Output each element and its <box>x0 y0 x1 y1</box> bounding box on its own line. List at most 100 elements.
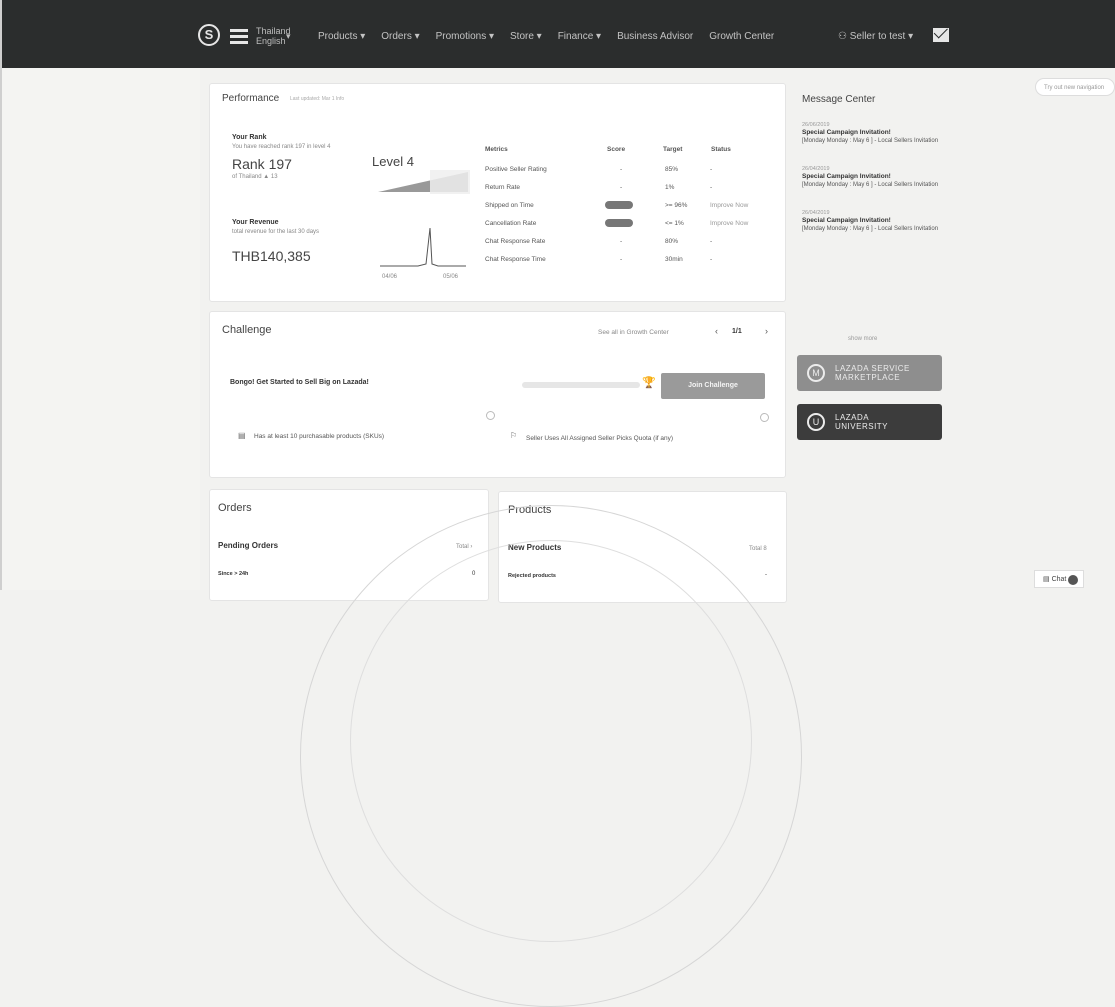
challenge-title: Challenge <box>222 324 272 336</box>
message-item[interactable]: 26/06/2019 Special Campaign Invitation! … <box>802 121 950 145</box>
challenge-task-title: Bongo! Get Started to Sell Big on Lazada… <box>230 379 369 386</box>
main-menu: Products ▾ Orders ▾ Promotions ▾ Store ▾… <box>318 31 790 42</box>
challenge-pager: 1/1 <box>732 328 742 335</box>
product-box-icon: ▤ <box>238 431 246 440</box>
chat-label: Chat <box>1051 576 1067 583</box>
metric-score: - <box>620 166 623 173</box>
metric-name: Chat Response Time <box>485 256 546 263</box>
chevron-left-icon[interactable]: ‹ <box>715 326 718 336</box>
banner-line1: LAZADA SERVICE <box>835 364 910 373</box>
pending-orders-heading: Pending Orders <box>218 541 279 550</box>
products-row-value: - <box>765 572 767 578</box>
revenue-subtitle: total revenue for the last 30 days <box>232 229 320 235</box>
metric-target: >= 96% <box>665 202 688 209</box>
metric-name: Shipped on Time <box>485 202 534 209</box>
message-item[interactable]: 26/04/2019 Special Campaign Invitation! … <box>802 165 950 189</box>
metric-name: Chat Response Rate <box>485 238 546 245</box>
metric-name: Cancellation Rate <box>485 220 537 227</box>
nav-item-products[interactable]: Products ▾ <box>318 31 365 42</box>
flag-icon: ⚐ <box>510 431 518 440</box>
page-background <box>0 68 200 590</box>
step-marker-icon <box>760 413 769 422</box>
nav-item-store[interactable]: Store ▾ <box>510 31 542 42</box>
metric-name: Return Rate <box>485 184 521 191</box>
level-value: Level 4 <box>372 154 414 169</box>
join-challenge-button[interactable]: Join Challenge <box>661 373 765 399</box>
improve-now-link[interactable]: Improve Now <box>710 202 748 209</box>
message-center-title: Message Center <box>802 94 876 105</box>
metric-score-pill <box>605 219 633 229</box>
metric-status: - <box>710 256 713 263</box>
revenue-axis-end: 05/06 <box>443 274 459 280</box>
products-total-link[interactable]: Total 8 <box>749 546 767 552</box>
chevron-right-icon[interactable]: › <box>765 326 768 336</box>
challenge-card: Challenge See all in Growth Center ‹ 1/1… <box>209 311 786 478</box>
metrics-header-target: Target <box>663 146 683 153</box>
metrics-header-status: Status <box>711 146 731 153</box>
banner-line1: LAZADA <box>835 413 870 422</box>
seller-center-logo-icon[interactable]: S <box>198 24 220 46</box>
rank-subtitle: You have reached rank 197 in level 4 <box>232 144 331 150</box>
metric-score: - <box>620 256 623 263</box>
orders-row-label: Since > 24h <box>218 571 249 577</box>
rank-title: Your Rank <box>232 134 267 141</box>
message-title: Special Campaign Invitation! <box>802 173 891 180</box>
hamburger-menu-icon[interactable] <box>230 29 248 47</box>
message-item[interactable]: 26/04/2019 Special Campaign Invitation! … <box>802 209 950 233</box>
user-name: Seller to test ▾ <box>849 31 914 42</box>
level-gradient-graphic <box>378 170 470 194</box>
university-logo-icon: U <box>807 413 825 431</box>
message-body: [Monday Monday : May 6 ] - Local Sellers… <box>802 138 939 144</box>
metric-target: 30min <box>665 256 683 263</box>
performance-title: Performance <box>222 93 280 104</box>
metric-status: - <box>710 166 713 173</box>
lazada-service-marketplace-banner[interactable]: M LAZADA SERVICE MARKETPLACE <box>797 355 942 391</box>
user-menu[interactable]: ⚇ Seller to test ▾ <box>838 31 913 42</box>
nav-item-growth-center[interactable]: Growth Center <box>709 31 774 42</box>
requirement-seller-picks: Seller Uses All Assigned Seller Picks Qu… <box>526 435 674 442</box>
top-navigation-bar: S Thailand English ▾ Products ▾ Orders ▾… <box>0 0 1115 68</box>
show-more-link[interactable]: show more <box>848 336 877 342</box>
message-center: Message Center 26/06/2019 Special Campai… <box>790 80 950 253</box>
message-title: Special Campaign Invitation! <box>802 217 891 224</box>
watermark-circle-inner <box>350 540 752 942</box>
nav-item-finance[interactable]: Finance ▾ <box>558 31 601 42</box>
metric-target: 1% <box>665 184 675 191</box>
revenue-title: Your Revenue <box>232 219 279 226</box>
chat-status-icon <box>1068 575 1078 585</box>
chevron-down-icon: ▾ <box>286 31 291 41</box>
metric-target: 80% <box>665 238 679 245</box>
message-date: 26/04/2019 <box>802 210 830 216</box>
metric-score: - <box>620 238 623 245</box>
metrics-header-score: Score <box>607 146 626 153</box>
see-all-growth-center-link[interactable]: See all in Growth Center <box>598 329 669 336</box>
banner-line2: MARKETPLACE <box>835 373 901 382</box>
rank-value: Rank 197 <box>232 156 292 172</box>
message-body: [Monday Monday : May 6 ] - Local Sellers… <box>802 182 939 188</box>
message-date: 26/04/2019 <box>802 166 830 172</box>
chat-icon: ▤ <box>1043 576 1052 583</box>
improve-now-link[interactable]: Improve Now <box>710 220 748 227</box>
nav-item-orders[interactable]: Orders ▾ <box>381 31 419 42</box>
lazada-university-banner[interactable]: U LAZADA UNIVERSITY <box>797 404 942 440</box>
metric-score-pill <box>605 201 633 211</box>
marketplace-logo-icon: M <box>807 364 825 382</box>
metrics-header-metric: Metrics <box>485 146 508 153</box>
banner-line2: UNIVERSITY <box>835 422 889 431</box>
metric-target: 85% <box>665 166 679 173</box>
step-marker-icon <box>486 411 495 420</box>
chat-button[interactable]: ▤ Chat <box>1034 570 1084 588</box>
revenue-axis-start: 04/06 <box>382 274 398 280</box>
orders-title: Orders <box>218 502 252 514</box>
mail-icon[interactable] <box>933 28 949 42</box>
user-icon: ⚇ <box>838 31 850 42</box>
message-title: Special Campaign Invitation! <box>802 129 891 136</box>
nav-item-business-advisor[interactable]: Business Advisor <box>617 31 693 42</box>
metric-status: - <box>710 238 713 245</box>
country-selector[interactable]: Thailand English ▾ <box>256 26 291 46</box>
revenue-sparkline <box>380 227 466 267</box>
nav-item-promotions[interactable]: Promotions ▾ <box>436 31 494 42</box>
navigation-search-input[interactable]: Try out new navigation <box>1035 78 1115 96</box>
message-date: 26/06/2019 <box>802 122 830 128</box>
metric-status: - <box>710 184 713 191</box>
